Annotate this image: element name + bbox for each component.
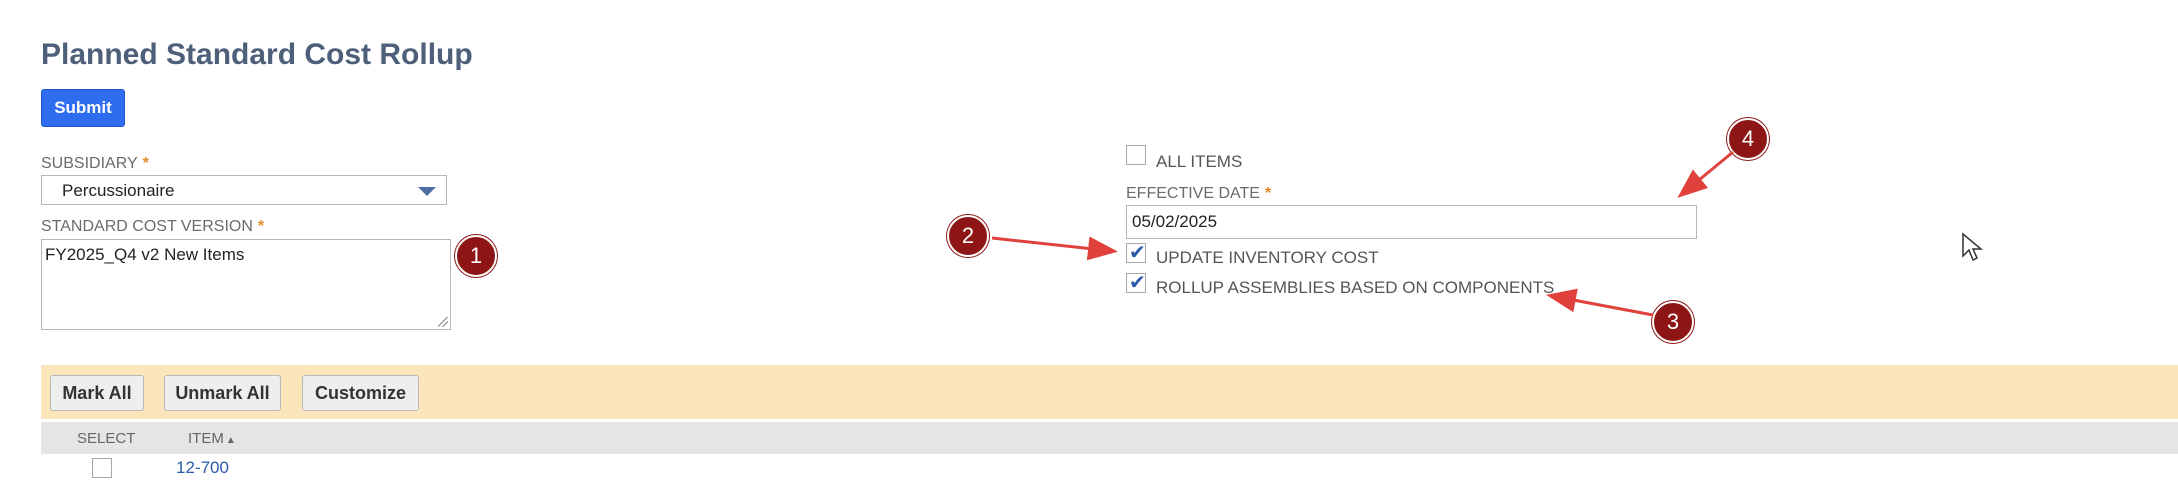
column-header-select[interactable]: SELECT [77, 430, 135, 447]
list-header: SELECT ITEM ▲ [41, 422, 2178, 454]
mark-all-button[interactable]: Mark All [50, 375, 144, 411]
sort-up-icon: ▲ [225, 435, 236, 446]
customize-button[interactable]: Customize [302, 375, 419, 411]
arrow-3 [1546, 288, 1654, 317]
row-item-link[interactable]: 12-700 [176, 458, 229, 478]
column-header-item-text: ITEM [188, 430, 224, 447]
column-header-item[interactable]: ITEM ▲ [188, 430, 236, 447]
arrow-4 [1677, 150, 1734, 198]
arrow-2 [991, 236, 1118, 261]
list-toolbar: Mark All Unmark All Customize [41, 365, 2178, 419]
mouse-cursor-icon [1962, 232, 1983, 262]
row-select-checkbox[interactable] [92, 458, 112, 478]
unmark-all-button[interactable]: Unmark All [164, 375, 281, 411]
